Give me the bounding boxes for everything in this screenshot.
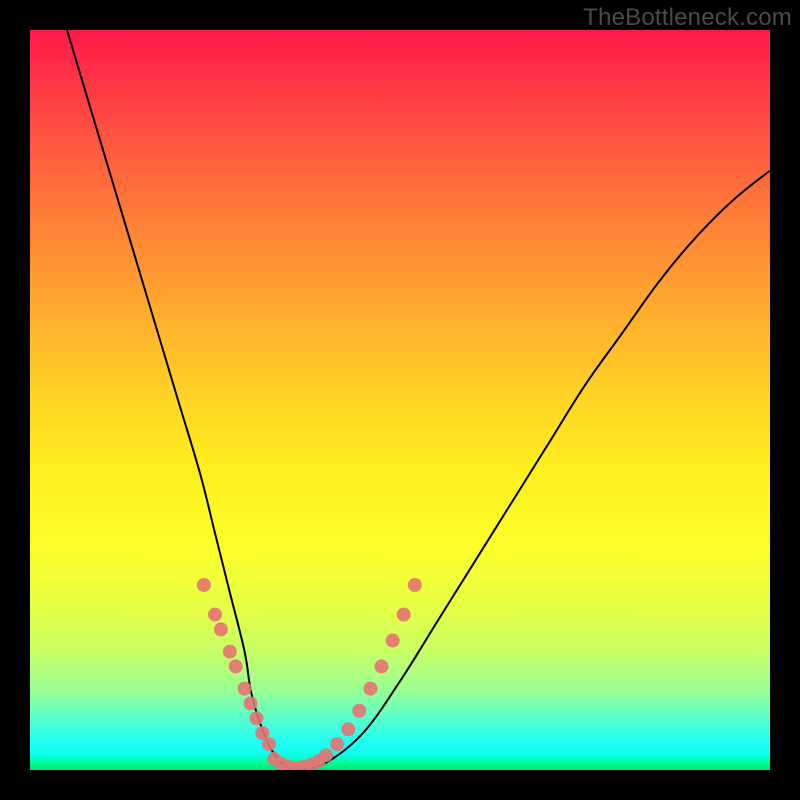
curve-line [67,30,770,770]
data-point [319,748,333,762]
data-point [197,578,211,592]
data-point [223,645,237,659]
data-point [375,659,389,673]
data-point [408,578,422,592]
watermark-text: TheBottleneck.com [583,4,792,32]
data-point [341,722,355,736]
data-point [386,634,400,648]
data-point [262,737,276,751]
plot-area [30,30,770,770]
data-point [352,704,366,718]
data-point [238,682,252,696]
chart-frame: TheBottleneck.com [0,0,800,800]
data-point [249,711,263,725]
data-point [244,696,258,710]
data-point [330,737,344,751]
data-point [229,659,243,673]
data-point [214,622,228,636]
data-point [363,682,377,696]
chart-svg [30,30,770,770]
data-point [397,608,411,622]
data-point [208,608,222,622]
